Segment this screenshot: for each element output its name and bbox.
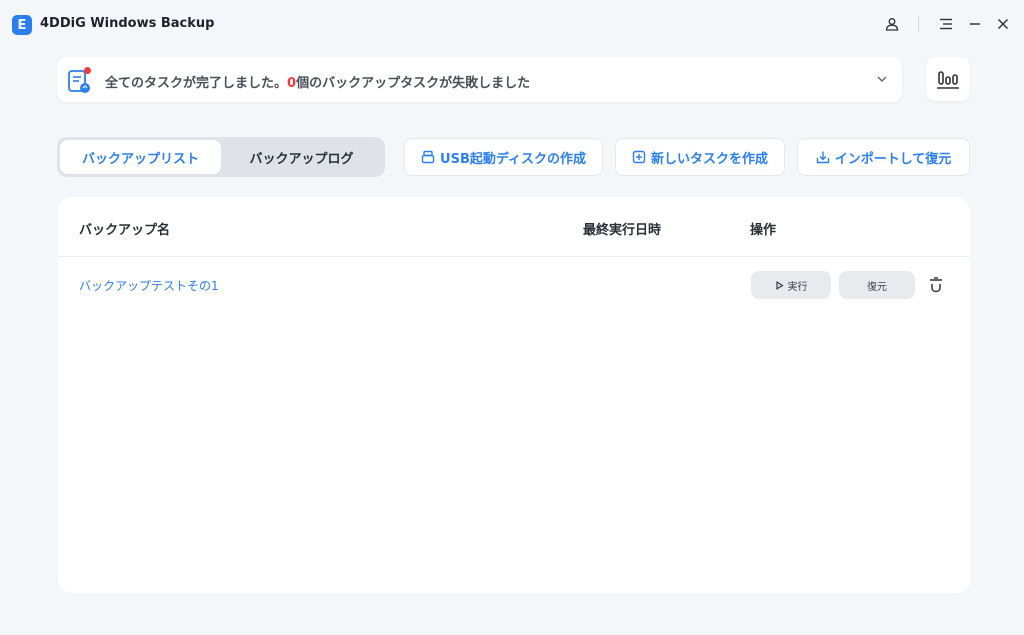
menu-icon[interactable] bbox=[934, 12, 958, 36]
app-logo-icon: E bbox=[12, 15, 32, 35]
delete-icon[interactable] bbox=[924, 273, 948, 297]
backup-name-link[interactable]: バックアップテストその1 bbox=[79, 277, 219, 294]
column-header-last-run: 最終実行日時 bbox=[583, 223, 662, 238]
run-button[interactable]: 実行 bbox=[751, 271, 831, 299]
status-message-prefix: 全てのタスクが完了しました。 bbox=[105, 76, 288, 91]
statistics-button[interactable] bbox=[926, 57, 970, 101]
title-bar: E 4DDiG Windows Backup bbox=[2, 0, 1022, 48]
table-header: バックアップ名 最終実行日時 操作 bbox=[58, 197, 970, 257]
view-tabs: バックアップリスト バックアップログ bbox=[57, 137, 385, 177]
import-restore-button[interactable]: インポートして復元 bbox=[797, 138, 970, 176]
column-header-operations: 操作 bbox=[750, 223, 777, 238]
status-message-suffix: 個のバックアップタスクが失敗しました bbox=[296, 76, 531, 91]
tab-backup-log[interactable]: バックアップログ bbox=[221, 140, 382, 174]
table-row: バックアップテストその1 実行 復元 bbox=[58, 257, 970, 313]
create-new-task-button[interactable]: 新しいタスクを作成 bbox=[615, 138, 785, 176]
app-window: E 4DDiG Windows Backup 全てのタスクが完了しました。0個の… bbox=[2, 0, 1022, 635]
tab-backup-list[interactable]: バックアップリスト bbox=[60, 140, 221, 174]
play-icon bbox=[775, 280, 784, 290]
usb-icon bbox=[421, 150, 435, 164]
status-message: 全てのタスクが完了しました。0個のバックアップタスクが失敗しました bbox=[105, 72, 530, 91]
create-usb-boot-disk-label: USB起動ディスクの作成 bbox=[440, 151, 586, 167]
restore-label: 復元 bbox=[867, 281, 887, 293]
task-status-icon bbox=[67, 66, 93, 94]
minimize-icon[interactable] bbox=[963, 12, 987, 36]
column-header-name: バックアップ名 bbox=[79, 223, 171, 238]
backup-list-panel: バックアップ名 最終実行日時 操作 バックアップテストその1 実行 復元 bbox=[58, 197, 970, 593]
create-usb-boot-disk-button[interactable]: USB起動ディスクの作成 bbox=[404, 138, 603, 176]
import-restore-label: インポートして復元 bbox=[834, 151, 952, 167]
run-label: 実行 bbox=[787, 281, 808, 293]
plus-square-icon bbox=[632, 150, 646, 164]
create-new-task-label: 新しいタスクを作成 bbox=[650, 151, 768, 167]
titlebar-divider bbox=[918, 16, 919, 32]
user-icon[interactable] bbox=[880, 12, 904, 36]
close-icon[interactable] bbox=[991, 12, 1015, 36]
import-icon bbox=[816, 151, 829, 164]
chevron-down-icon[interactable] bbox=[874, 71, 890, 87]
app-title: 4DDiG Windows Backup bbox=[40, 16, 215, 31]
fail-count: 0 bbox=[287, 76, 297, 91]
restore-button[interactable]: 復元 bbox=[839, 271, 915, 299]
status-banner[interactable]: 全てのタスクが完了しました。0個のバックアップタスクが失敗しました bbox=[57, 57, 902, 102]
bar-chart-icon bbox=[937, 71, 959, 89]
